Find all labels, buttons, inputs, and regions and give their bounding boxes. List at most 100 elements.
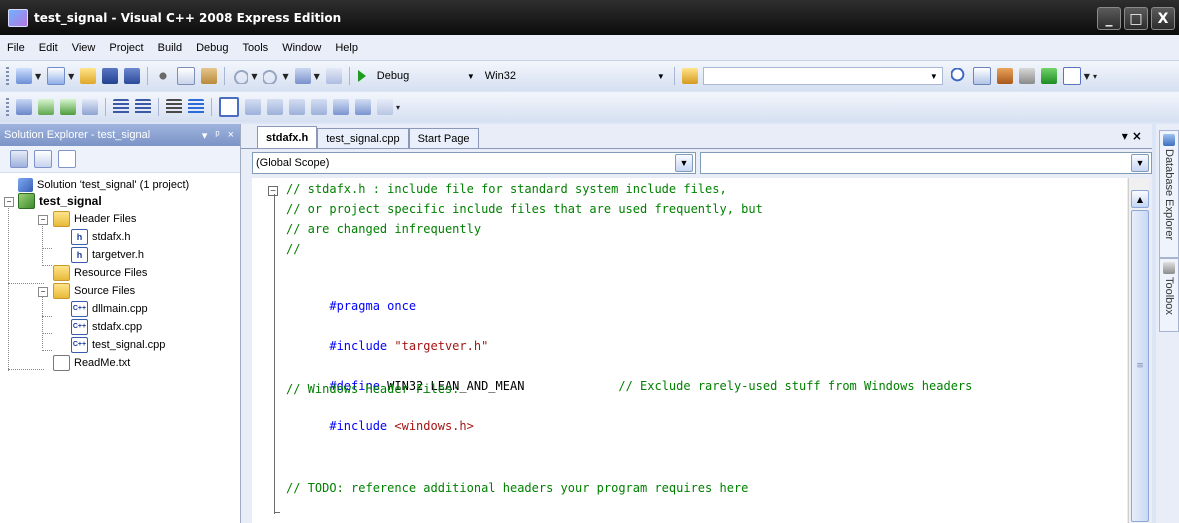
refresh-icon[interactable] (58, 150, 76, 168)
platform-combo[interactable]: Win32 ▼ (480, 67, 670, 85)
toolbar-grip[interactable] (6, 98, 9, 116)
collapse-toggle[interactable]: − (38, 287, 48, 297)
complete-word-icon[interactable] (82, 99, 98, 115)
panel-close-button[interactable]: × (228, 129, 234, 142)
navigate-icon[interactable] (294, 68, 311, 84)
toolbar-grip[interactable] (6, 67, 9, 85)
scrollbar-thumb[interactable]: ≡ (1131, 210, 1149, 522)
tree-item-label: test_signal.cpp (92, 338, 166, 351)
start-page-icon[interactable] (1040, 68, 1057, 84)
toolbar-overflow-icon[interactable]: ▾ (1093, 72, 1097, 81)
solution-config-combo[interactable]: Debug ▼ (372, 67, 480, 85)
dropdown-arrow-icon[interactable]: ▼ (1084, 72, 1090, 81)
find-in-files-icon[interactable] (681, 68, 698, 84)
tree-item-test-signal-cpp[interactable]: C++ test_signal.cpp (71, 336, 165, 353)
find-combo[interactable]: ▼ (702, 67, 943, 85)
tree-item-readme[interactable]: ReadMe.txt (53, 354, 130, 371)
cut-icon[interactable] (155, 68, 172, 84)
uncomment-lines-icon[interactable] (188, 99, 204, 115)
tree-item-resource-files[interactable]: Resource Files (53, 264, 147, 281)
tab-start-page[interactable]: Start Page (408, 128, 479, 148)
tree-connector (8, 369, 44, 370)
collapse-toggle[interactable]: − (38, 215, 48, 225)
menu-window[interactable]: Window (275, 42, 328, 54)
maximize-button[interactable]: □ (1124, 7, 1148, 30)
menu-build[interactable]: Build (151, 42, 189, 54)
menu-file[interactable]: File (0, 42, 32, 54)
show-all-files-icon[interactable] (34, 150, 52, 168)
scroll-up-icon[interactable]: ▲ (1131, 190, 1149, 208)
undo-icon[interactable] (232, 68, 249, 84)
display-object-member-list-icon[interactable] (16, 99, 32, 115)
toolbox-icon[interactable] (1018, 68, 1035, 84)
code-line: // are changed infrequently (286, 222, 482, 236)
tree-item-project[interactable]: test_signal (18, 192, 102, 209)
tab-test-signal-cpp[interactable]: test_signal.cpp (317, 128, 409, 148)
menu-view[interactable]: View (65, 42, 103, 54)
save-icon[interactable] (102, 68, 119, 84)
previous-bookmark-folder-icon[interactable] (289, 99, 305, 115)
quick-info-icon[interactable] (60, 99, 76, 115)
toolbar-overflow-icon[interactable]: ▾ (396, 103, 400, 112)
next-bookmark-document-icon[interactable] (355, 99, 371, 115)
dropdown-arrow-icon[interactable]: ▼ (68, 72, 74, 81)
close-document-icon[interactable]: ▾ × (1122, 129, 1142, 143)
dropdown-arrow-icon[interactable]: ▼ (251, 72, 257, 81)
tab-stdafx-h[interactable]: stdafx.h (257, 126, 318, 148)
next-bookmark-folder-icon[interactable] (311, 99, 327, 115)
vertical-scrollbar[interactable]: ▲ ≡ (1128, 178, 1149, 523)
collapse-region-icon[interactable]: − (268, 186, 278, 196)
redo-icon[interactable] (263, 68, 280, 84)
increase-indent-icon[interactable] (135, 99, 151, 115)
menu-edit[interactable]: Edit (32, 42, 65, 54)
save-all-icon[interactable] (124, 68, 141, 84)
tree-item-targetver-h[interactable]: h targetver.h (71, 246, 144, 263)
decrease-indent-icon[interactable] (113, 99, 129, 115)
dropdown-arrow-icon[interactable]: ▼ (314, 72, 320, 81)
next-bookmark-icon[interactable] (267, 99, 283, 115)
command-window-icon[interactable] (1062, 67, 1081, 85)
copy-icon[interactable] (177, 67, 196, 85)
tree-item-header-files[interactable]: Header Files (53, 210, 136, 227)
toggle-bookmark-icon[interactable] (219, 97, 239, 117)
paste-icon[interactable] (201, 68, 218, 84)
minimize-button[interactable]: _ (1097, 7, 1121, 30)
window-position-button[interactable]: ▾ (202, 129, 208, 142)
member-combo[interactable]: ▼ (700, 152, 1152, 174)
tree-item-source-files[interactable]: Source Files (53, 282, 135, 299)
menu-project[interactable]: Project (102, 42, 150, 54)
previous-bookmark-document-icon[interactable] (333, 99, 349, 115)
database-explorer-tab[interactable]: Database Explorer (1159, 130, 1179, 258)
close-button[interactable]: X (1151, 7, 1175, 30)
clear-bookmarks-icon[interactable] (377, 99, 393, 115)
navigate-forward-icon[interactable] (325, 68, 342, 84)
visual-studio-icon (8, 8, 28, 27)
start-debugging-icon[interactable] (357, 70, 366, 82)
tree-item-stdafx-cpp[interactable]: C++ stdafx.cpp (71, 318, 142, 335)
previous-bookmark-icon[interactable] (245, 99, 261, 115)
parameter-info-icon[interactable] (38, 99, 54, 115)
toolbox-tab[interactable]: Toolbox (1159, 258, 1179, 332)
menu-debug[interactable]: Debug (189, 42, 235, 54)
chevron-down-icon[interactable]: ▼ (1131, 154, 1149, 172)
chevron-down-icon[interactable]: ▼ (675, 154, 693, 172)
new-project-icon[interactable] (16, 68, 32, 84)
object-browser-icon[interactable] (996, 68, 1013, 84)
properties-icon[interactable] (10, 150, 28, 168)
menu-help[interactable]: Help (328, 42, 365, 54)
tree-item-stdafx-h[interactable]: h stdafx.h (71, 228, 131, 245)
scope-combo[interactable]: (Global Scope) ▼ (252, 152, 696, 174)
properties-icon[interactable] (972, 67, 991, 85)
menu-tools[interactable]: Tools (236, 42, 276, 54)
tree-item-solution[interactable]: Solution 'test_signal' (1 project) (18, 176, 189, 193)
collapse-toggle[interactable]: − (4, 197, 14, 207)
tree-item-dllmain-cpp[interactable]: C++ dllmain.cpp (71, 300, 148, 317)
open-folder-icon[interactable] (80, 68, 97, 84)
find-icon[interactable] (950, 68, 967, 84)
comment-lines-icon[interactable] (166, 99, 182, 115)
dropdown-arrow-icon[interactable]: ▼ (282, 72, 288, 81)
dropdown-arrow-icon[interactable]: ▼ (35, 72, 41, 81)
auto-hide-pin-icon[interactable]: ᵖ (215, 129, 219, 142)
code-editor[interactable]: − // stdafx.h : include file for standar… (252, 178, 1127, 523)
add-item-icon[interactable] (47, 67, 66, 85)
